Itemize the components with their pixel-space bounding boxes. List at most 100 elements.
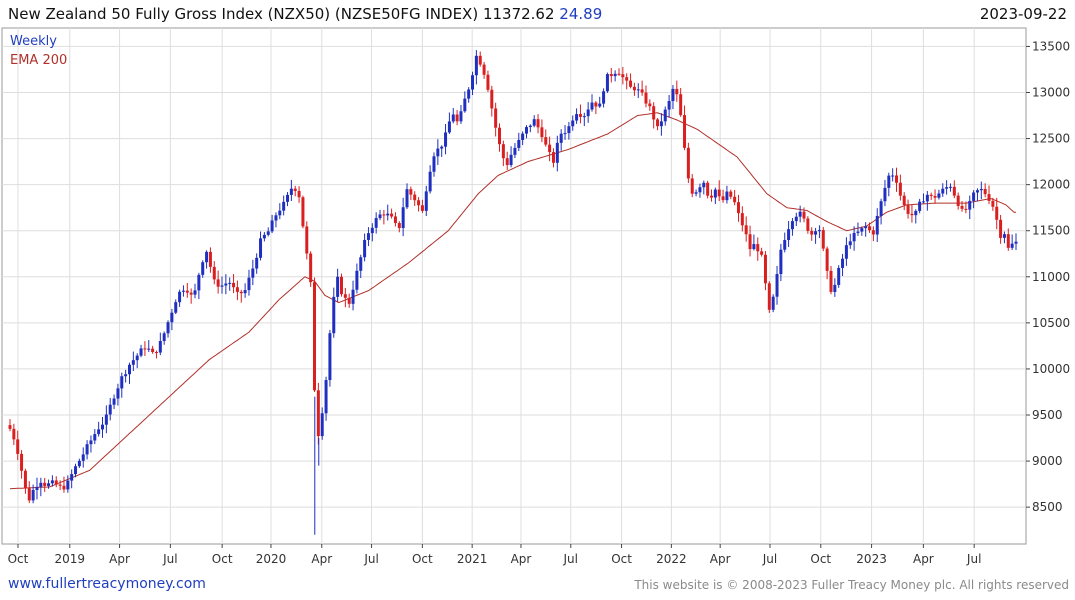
- site-link[interactable]: www.fullertreacymoney.com: [8, 576, 206, 592]
- candle-body: [844, 245, 848, 259]
- candle-body: [286, 194, 290, 202]
- candle-body: [868, 226, 872, 231]
- candle-body: [328, 333, 332, 381]
- x-tick-label: Jul: [162, 552, 177, 566]
- candle-up: [571, 115, 575, 131]
- candle-down: [486, 70, 490, 93]
- candle-down: [767, 281, 771, 313]
- candle-body: [378, 214, 382, 219]
- candle-body: [420, 205, 424, 211]
- grid-lines: [2, 28, 1026, 544]
- candle-down: [625, 73, 629, 90]
- y-axis: 8500 9000 9500 10000 10500 11000 11500 12000 125…: [1026, 39, 1070, 514]
- candle-down: [960, 200, 964, 212]
- candle-down: [312, 277, 316, 392]
- candle-body: [474, 55, 478, 76]
- candle-up: [590, 94, 594, 112]
- candle-up: [320, 407, 324, 440]
- candle-body: [8, 425, 12, 429]
- candle-body: [987, 194, 991, 201]
- candle-up: [713, 187, 717, 204]
- candle-body: [933, 195, 937, 198]
- candle-body: [898, 182, 902, 196]
- candle-body: [486, 74, 490, 90]
- x-tick-label: 2021: [457, 552, 488, 566]
- candle-down: [594, 101, 598, 115]
- candle-down: [825, 246, 829, 280]
- candle-up: [405, 183, 409, 210]
- candle-down: [505, 151, 509, 170]
- x-tick-label: 2022: [656, 552, 687, 566]
- candle-up: [856, 222, 860, 236]
- y-tick-label: 8500: [1032, 500, 1063, 514]
- x-tick-label: Oct: [8, 552, 29, 566]
- candle-down: [239, 289, 243, 303]
- candle-body: [1014, 241, 1018, 244]
- candle-body: [490, 89, 494, 109]
- candle-body: [143, 348, 147, 350]
- candle-up: [837, 265, 841, 288]
- candle-body: [262, 234, 266, 239]
- candle-body: [266, 231, 270, 235]
- candle-body: [833, 284, 837, 292]
- candle-body: [521, 133, 525, 140]
- candle-up: [424, 185, 428, 217]
- candle-up: [575, 108, 579, 124]
- candle-up: [440, 145, 444, 157]
- candle-up: [243, 283, 247, 298]
- candle-up: [667, 95, 671, 118]
- candle-body: [717, 189, 721, 197]
- candle-body: [47, 483, 51, 486]
- candle-up: [798, 205, 802, 223]
- x-tick-label: 2023: [856, 552, 887, 566]
- candle-up: [289, 179, 293, 202]
- candle-body: [447, 121, 451, 133]
- candle-body: [613, 73, 617, 77]
- candle-body: [131, 360, 135, 365]
- candle-up: [378, 209, 382, 221]
- candle-down: [721, 189, 725, 203]
- candle-body: [956, 195, 960, 207]
- candle-down: [339, 273, 343, 297]
- candle-body: [332, 296, 336, 334]
- candle-body: [914, 210, 918, 216]
- candle-body: [767, 283, 771, 310]
- candle-down: [43, 477, 47, 492]
- candle-body: [829, 270, 833, 292]
- x-tick-label: Apr: [311, 552, 332, 566]
- candle-up: [598, 96, 602, 108]
- candle-body: [586, 109, 590, 117]
- candle-body: [578, 114, 582, 117]
- candle-body: [293, 188, 297, 191]
- candle-down: [995, 197, 999, 230]
- candle-up: [451, 108, 455, 124]
- x-tick-label: 2020: [256, 552, 287, 566]
- candle-body: [906, 205, 910, 214]
- candle-body: [756, 244, 760, 252]
- candle-down: [235, 280, 239, 301]
- candle-body: [174, 302, 178, 313]
- candle-up: [181, 285, 185, 297]
- candle-up: [197, 272, 201, 300]
- candle-up: [563, 125, 567, 140]
- candle-up: [694, 189, 698, 197]
- candle-body: [417, 200, 421, 206]
- candle-up: [1002, 231, 1006, 244]
- candle-body: [16, 439, 20, 454]
- candle-body: [609, 74, 613, 77]
- candle-body: [721, 196, 725, 201]
- candle-body: [648, 103, 652, 107]
- candle-up: [864, 222, 868, 237]
- candle-down: [548, 136, 552, 162]
- candle-down: [347, 293, 351, 308]
- candle-body: [972, 192, 976, 201]
- candle-body: [104, 414, 108, 425]
- candle-up: [251, 259, 255, 286]
- candle-up: [474, 50, 478, 85]
- candle-down: [16, 430, 20, 461]
- candle-body: [948, 186, 952, 188]
- candle-body: [232, 282, 236, 288]
- candle-down: [501, 140, 505, 167]
- candle-body: [629, 80, 633, 87]
- candle-body: [694, 192, 698, 194]
